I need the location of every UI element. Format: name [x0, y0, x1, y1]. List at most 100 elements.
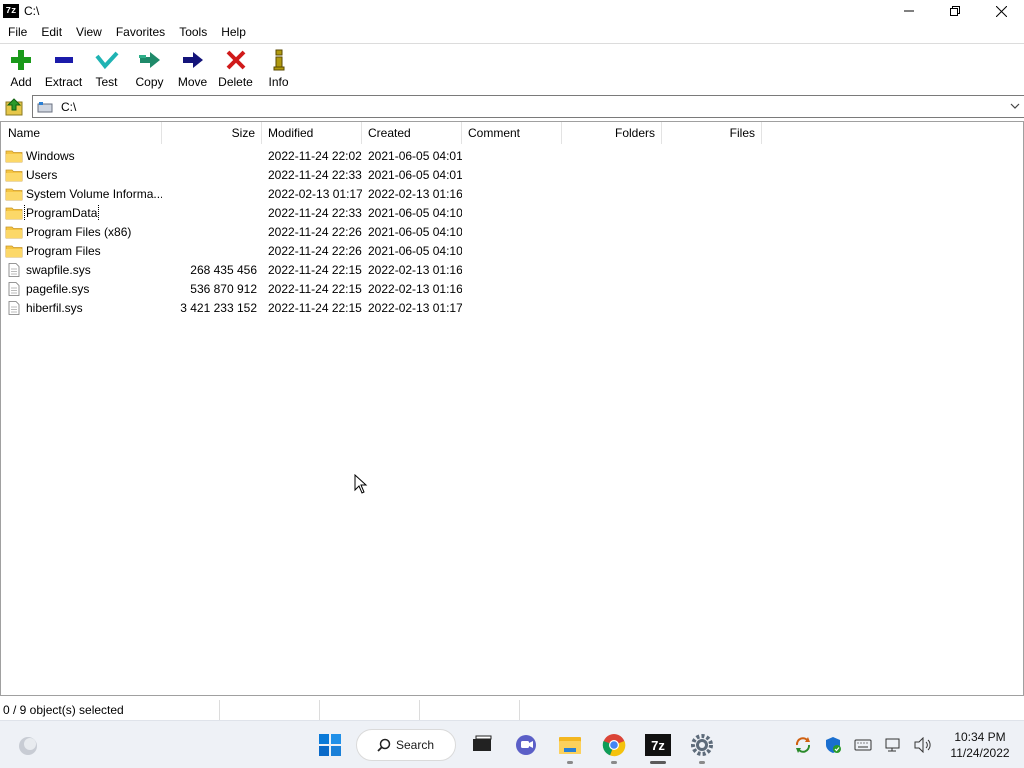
active-indicator — [650, 761, 666, 764]
path-combobox[interactable]: C:\ — [32, 95, 1024, 118]
table-row[interactable]: Users 2022-11-24 22:33 2021-06-05 04:01 — [1, 165, 462, 184]
arrow-right-icon — [181, 49, 205, 71]
row-modified: 2022-11-24 22:33 — [268, 167, 362, 182]
table-row[interactable]: ProgramData 2022-11-24 22:33 2021-06-05 04… — [1, 203, 462, 222]
status-bar: 0 / 9 object(s) selected — [0, 700, 1024, 720]
copy-button[interactable]: Copy — [128, 44, 171, 92]
column-folders[interactable]: Folders — [562, 122, 662, 144]
delete-button[interactable]: Delete — [214, 44, 257, 92]
name-cell: Users — [1, 167, 162, 183]
move-button[interactable]: Move — [171, 44, 214, 92]
shield-icon — [826, 737, 841, 753]
copy-label: Copy — [135, 75, 164, 89]
table-row[interactable]: pagefile.sys 536 870 912 2022-11-24 22:15 2… — [1, 279, 462, 298]
network-tray-button[interactable] — [881, 733, 905, 757]
table-row[interactable]: System Volume Informa... 2022-02-13 01:17… — [1, 184, 462, 203]
minus-icon — [52, 49, 76, 71]
row-name: Program Files (x86) — [26, 224, 132, 239]
taskbar-clock[interactable]: 10:34 PM 11/24/2022 — [942, 729, 1018, 761]
column-comment[interactable]: Comment — [462, 122, 562, 144]
minimize-icon — [904, 10, 914, 12]
network-icon — [885, 738, 900, 752]
keyboard-tray-button[interactable] — [851, 733, 875, 757]
restore-button[interactable] — [932, 0, 978, 22]
volume-tray-button[interactable] — [911, 733, 935, 757]
menu-view[interactable]: View — [69, 22, 109, 43]
task-view-icon — [473, 735, 492, 751]
info-label: Info — [268, 75, 289, 89]
close-button[interactable] — [978, 0, 1024, 22]
start-button[interactable] — [310, 725, 350, 765]
security-tray-button[interactable] — [821, 733, 845, 757]
7zip-taskbar-button[interactable]: 7z — [638, 725, 678, 765]
folder-icon — [5, 149, 23, 163]
menu-file[interactable]: File — [0, 22, 34, 43]
extract-button[interactable]: Extract — [42, 44, 85, 92]
row-created: 2022-02-13 01:16 — [368, 262, 462, 277]
column-name[interactable]: Name — [1, 122, 162, 144]
status-part-4 — [420, 700, 520, 720]
row-modified: 2022-11-24 22:15 — [268, 262, 362, 277]
table-row[interactable]: Windows 2022-11-24 22:02 2021-06-05 04:01 — [1, 146, 462, 165]
row-name: ProgramData — [23, 204, 100, 221]
folder-icon — [5, 244, 23, 258]
widgets-button[interactable] — [16, 734, 40, 758]
row-modified: 2022-11-24 22:15 — [268, 281, 362, 296]
column-modified[interactable]: Modified — [262, 122, 362, 144]
windows-logo-icon — [319, 734, 341, 756]
row-created: 2022-02-13 01:16 — [368, 186, 462, 201]
name-cell: System Volume Informa... — [1, 186, 162, 202]
file-explorer-icon — [559, 737, 581, 754]
table-row[interactable]: swapfile.sys 268 435 456 2022-11-24 22:15 2… — [1, 260, 462, 279]
table-row[interactable]: Program Files (x86) 2022-11-24 22:26 2021-… — [1, 222, 462, 241]
column-created[interactable]: Created — [362, 122, 462, 144]
row-size: 536 870 912 — [190, 281, 257, 296]
up-folder-button[interactable] — [3, 96, 25, 118]
taskbar-search[interactable]: Search — [356, 729, 456, 761]
table-row[interactable]: hiberfil.sys 3 421 233 152 2022-11-24 22:1… — [1, 298, 462, 317]
table-row[interactable]: Program Files 2022-11-24 22:26 2021-06-05 … — [1, 241, 462, 260]
column-size[interactable]: Size — [162, 122, 262, 144]
column-files[interactable]: Files — [662, 122, 762, 144]
chat-button[interactable] — [506, 725, 546, 765]
sync-icon — [795, 737, 811, 753]
row-name: swapfile.sys — [26, 262, 91, 277]
restore-icon — [950, 6, 960, 16]
chrome-icon — [602, 734, 626, 757]
folder-icon — [5, 225, 23, 239]
info-button[interactable]: Info — [257, 44, 300, 92]
menu-edit[interactable]: Edit — [34, 22, 69, 43]
search-icon — [377, 738, 391, 752]
move-label: Move — [177, 75, 208, 89]
add-button[interactable]: Add — [0, 44, 42, 92]
minimize-button[interactable] — [886, 0, 932, 22]
test-label: Test — [95, 75, 118, 89]
sync-tray-button[interactable] — [791, 733, 815, 757]
test-button[interactable]: Test — [85, 44, 128, 92]
file-icon — [5, 262, 23, 277]
task-view-button[interactable] — [462, 725, 502, 765]
row-created: 2022-02-13 01:16 — [368, 281, 462, 296]
name-cell: ProgramData — [1, 204, 162, 221]
plus-icon — [9, 49, 33, 71]
mouse-cursor-icon — [354, 474, 368, 494]
chrome-button[interactable] — [594, 725, 634, 765]
address-bar: C:\ — [0, 95, 1024, 119]
file-list[interactable]: Name Size Modified Created Comment Folde… — [0, 121, 1024, 696]
menu-favorites[interactable]: Favorites — [109, 22, 172, 43]
name-cell: pagefile.sys — [1, 281, 162, 297]
file-explorer-button[interactable] — [550, 725, 590, 765]
name-cell: Windows — [1, 148, 162, 164]
row-created: 2022-02-13 01:17 — [368, 300, 462, 315]
rows-container: Windows 2022-11-24 22:02 2021-06-05 04:01 U… — [1, 146, 462, 317]
system-tray: 10:34 PM 11/24/2022 — [788, 721, 1024, 768]
menu-help[interactable]: Help — [214, 22, 253, 43]
clock-date: 11/24/2022 — [950, 746, 1010, 760]
menu-tools[interactable]: Tools — [172, 22, 214, 43]
settings-button[interactable] — [682, 725, 722, 765]
7zip-app-icon[interactable]: 7z — [3, 4, 19, 18]
row-created: 2021-06-05 04:01 — [368, 167, 462, 182]
folder-icon — [5, 168, 23, 182]
menu-bar: File Edit View Favorites Tools Help — [0, 22, 1024, 43]
folder-icon — [5, 187, 23, 201]
